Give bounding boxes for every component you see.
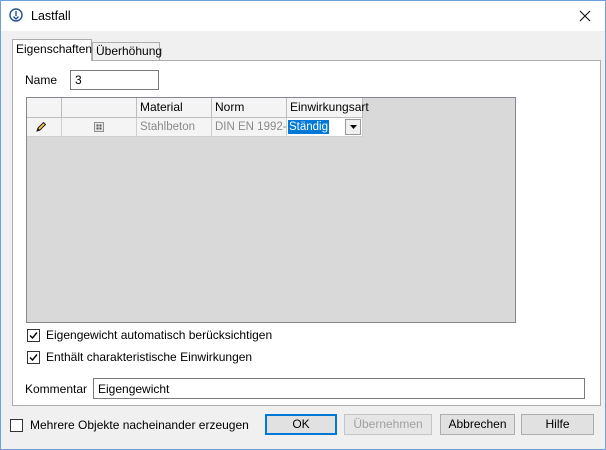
close-button[interactable] — [565, 1, 605, 31]
title-bar[interactable]: Lastfall — [1, 1, 605, 31]
grid-header-icon — [62, 98, 137, 118]
material-grid[interactable]: Material Norm Einwirkungsart Stahlbeton — [26, 97, 516, 323]
row-edit-indicator[interactable] — [27, 118, 62, 137]
checkmark-icon — [29, 354, 38, 362]
cell-einwirkungsart-dropdown[interactable]: Ständig — [287, 118, 363, 137]
material-icon — [94, 122, 104, 132]
einwirkungsart-selected-value: Ständig — [288, 120, 330, 134]
kommentar-input[interactable] — [93, 378, 585, 399]
cell-material[interactable]: Stahlbeton — [137, 118, 212, 137]
grid-header-norm[interactable]: Norm — [212, 98, 287, 118]
tab-eigenschaften[interactable]: Eigenschaften — [12, 39, 92, 61]
apply-button[interactable]: Übernehmen — [344, 414, 432, 435]
tab-panel-eigenschaften: Name Material Norm Einwirkungsart — [12, 60, 601, 406]
name-label: Name — [25, 73, 58, 87]
einwirkungsart-dropdown-button[interactable] — [345, 119, 361, 135]
tab-ueberhoehung[interactable]: Überhöhung — [92, 42, 162, 61]
grid-header-material[interactable]: Material — [137, 98, 212, 118]
row-material-icon-cell[interactable] — [62, 118, 137, 137]
pencil-icon — [36, 121, 47, 132]
window-title: Lastfall — [31, 9, 71, 23]
kommentar-label: Kommentar — [25, 382, 88, 396]
cancel-button[interactable]: Abbrechen — [440, 414, 515, 435]
app-icon — [9, 8, 23, 22]
eigengewicht-checkbox[interactable] — [27, 329, 40, 342]
help-button[interactable]: Hilfe — [521, 414, 594, 435]
cell-norm[interactable]: DIN EN 1992- — [212, 118, 287, 137]
charakteristisch-label[interactable]: Enthält charakteristische Einwirkungen — [46, 350, 252, 364]
name-input[interactable] — [70, 70, 159, 90]
grid-header-row-indicator — [27, 98, 62, 118]
ok-button[interactable]: OK — [265, 414, 337, 435]
close-icon — [579, 10, 591, 22]
dialog-window: Lastfall Eigenschaften Überhöhung Name M… — [0, 0, 606, 450]
grid-header-einwirkungsart[interactable]: Einwirkungsart — [287, 98, 369, 118]
checkmark-icon — [29, 332, 38, 340]
chevron-down-icon — [349, 125, 357, 129]
eigengewicht-label[interactable]: Eigengewicht automatisch berücksichtigen — [46, 328, 272, 342]
multi-create-label[interactable]: Mehrere Objekte nacheinander erzeugen — [30, 418, 249, 432]
charakteristisch-checkbox[interactable] — [27, 351, 40, 364]
multi-create-checkbox[interactable] — [10, 419, 23, 432]
